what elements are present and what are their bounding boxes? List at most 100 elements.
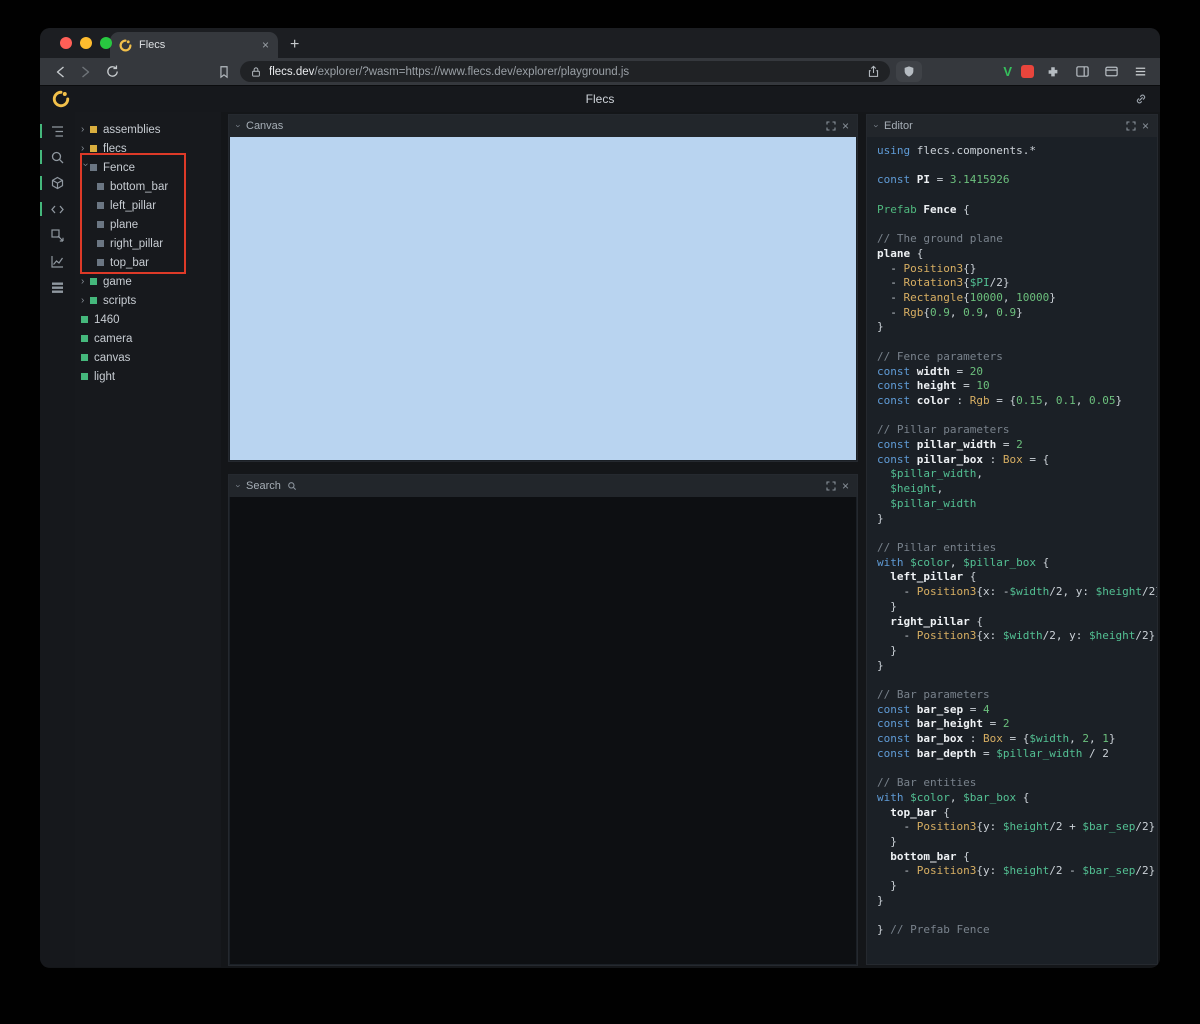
canvas-panel-header: › Canvas × <box>229 115 857 137</box>
shield-extension-icon[interactable] <box>896 61 922 82</box>
browser-tab[interactable]: Flecs × <box>110 32 278 58</box>
tree-item-scripts[interactable]: › scripts <box>75 291 221 310</box>
tree-item-label: camera <box>94 332 133 345</box>
code-line: const pillar_width = 2 <box>877 438 1023 452</box>
tree-item-Fence[interactable]: › Fence <box>75 158 221 177</box>
code-line: - Position3{x: $width/2, y: $height/2} <box>877 629 1156 643</box>
tree-chevron-icon[interactable]: › <box>81 124 90 135</box>
entity-tree: › assemblies › flecs › Fence bottom_bar left_pi… <box>75 120 221 386</box>
stats-rows-icon[interactable] <box>40 274 75 300</box>
tree-item-assemblies[interactable]: › assemblies <box>75 120 221 139</box>
search-results-area[interactable] <box>230 497 856 964</box>
tree-item-right_pillar[interactable]: right_pillar <box>75 234 221 253</box>
chart-icon[interactable] <box>40 248 75 274</box>
entity-tree-panel: › assemblies › flecs › Fence bottom_bar left_pi… <box>75 112 221 967</box>
code-line: } <box>877 879 897 893</box>
code-line: } <box>877 893 884 907</box>
tab-close-icon[interactable]: × <box>262 38 269 52</box>
entity-square-icon <box>97 183 104 190</box>
entity-square-icon <box>90 126 97 133</box>
code-line: plane { <box>877 246 924 260</box>
code-line: // The ground plane <box>877 232 1003 246</box>
window-close-button[interactable] <box>60 37 72 49</box>
tree-item-label: Fence <box>103 161 135 174</box>
editor-code[interactable]: using flecs.components.* const PI = 3.14… <box>867 137 1157 964</box>
entity-tree-icon[interactable] <box>40 118 75 144</box>
red-extension-icon[interactable] <box>1021 65 1034 78</box>
reload-button[interactable] <box>102 62 122 82</box>
panel-chevron-icon[interactable]: › <box>872 125 882 128</box>
tree-item-1460[interactable]: 1460 <box>75 310 221 329</box>
search-panel-header: › Search × <box>229 475 857 497</box>
code-line: } <box>877 658 884 672</box>
code-line: bottom_bar { <box>890 849 970 863</box>
search-icon[interactable] <box>40 144 75 170</box>
code-line: } <box>877 643 897 657</box>
panel-chevron-icon[interactable]: › <box>234 485 244 488</box>
tree-item-canvas[interactable]: canvas <box>75 348 221 367</box>
tree-chevron-icon[interactable]: › <box>81 295 90 306</box>
tree-item-plane[interactable]: plane <box>75 215 221 234</box>
desktop-background: Flecs × + flecs.dev/explorer/?wasm=https… <box>0 0 1200 1024</box>
close-icon[interactable]: × <box>842 479 849 493</box>
puzzle-extensions-icon[interactable] <box>1043 62 1063 82</box>
tree-item-top_bar[interactable]: top_bar <box>75 253 221 272</box>
expand-icon[interactable] <box>826 481 836 491</box>
code-line: const color : Rgb = {0.15, 0.1, 0.05} <box>877 393 1123 407</box>
tree-chevron-icon[interactable]: › <box>80 163 91 172</box>
code-line: top_bar { <box>890 805 950 819</box>
window-zoom-button[interactable] <box>100 37 112 49</box>
tree-item-left_pillar[interactable]: left_pillar <box>75 196 221 215</box>
sidebar-panel-icon[interactable] <box>1072 62 1092 82</box>
address-bar[interactable]: flecs.dev/explorer/?wasm=https://www.fle… <box>240 61 890 82</box>
lock-icon[interactable] <box>250 66 262 78</box>
code-icon[interactable] <box>40 196 75 222</box>
browser-window: Flecs × + flecs.dev/explorer/?wasm=https… <box>40 28 1160 968</box>
wallet-card-icon[interactable] <box>1101 62 1121 82</box>
code-line: left_pillar { <box>890 570 977 584</box>
menu-icon[interactable] <box>1130 62 1150 82</box>
tree-chevron-icon[interactable]: › <box>81 276 90 287</box>
code-line: - Rgb{0.9, 0.9, 0.9} <box>877 305 1023 319</box>
inspect-cursor-icon[interactable] <box>40 222 75 248</box>
tree-item-flecs[interactable]: › flecs <box>75 139 221 158</box>
tree-item-game[interactable]: › game <box>75 272 221 291</box>
close-icon[interactable]: × <box>1142 119 1149 133</box>
canvas-panel-title: Canvas <box>246 120 284 132</box>
code-line: const pillar_box : Box = { <box>877 452 1050 466</box>
tree-item-camera[interactable]: camera <box>75 329 221 348</box>
flecs-logo[interactable] <box>52 90 70 108</box>
panel-chevron-icon[interactable]: › <box>234 125 244 128</box>
expand-icon[interactable] <box>826 121 836 131</box>
entity-square-icon <box>81 354 88 361</box>
window-minimize-button[interactable] <box>80 37 92 49</box>
close-icon[interactable]: × <box>842 119 849 133</box>
canvas-viewport[interactable] <box>230 137 856 460</box>
tree-chevron-icon[interactable]: › <box>81 143 90 154</box>
back-button[interactable] <box>50 62 70 82</box>
code-line: // Fence parameters <box>877 349 1003 363</box>
code-line: - Position3{y: $height/2 + $bar_sep/2} <box>877 820 1156 834</box>
link-icon[interactable] <box>1134 92 1148 106</box>
bookmark-icon[interactable] <box>214 62 234 82</box>
cube-icon[interactable] <box>40 170 75 196</box>
expand-icon[interactable] <box>1126 121 1136 131</box>
share-icon[interactable] <box>867 65 880 78</box>
entity-square-icon <box>97 221 104 228</box>
tree-item-bottom_bar[interactable]: bottom_bar <box>75 177 221 196</box>
new-tab-button[interactable]: + <box>290 36 299 54</box>
tree-item-label: plane <box>110 218 139 231</box>
entity-square-icon <box>81 373 88 380</box>
forward-button[interactable] <box>76 62 96 82</box>
tree-item-light[interactable]: light <box>75 367 221 386</box>
v-extension-icon[interactable]: V <box>1003 64 1012 79</box>
